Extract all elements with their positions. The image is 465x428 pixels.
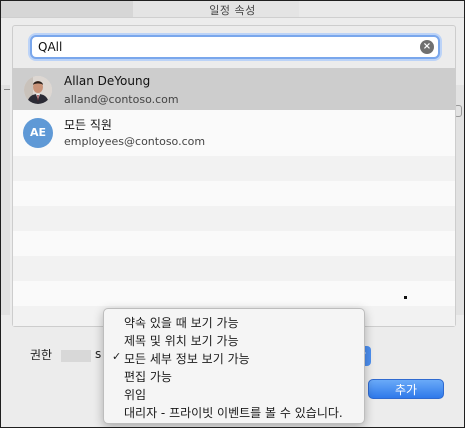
- result-email: alland@contoso.com: [64, 93, 179, 106]
- menu-item-label: 약속 있을 때 보기 가능: [124, 316, 239, 330]
- menu-item-label: 편집 가능: [124, 370, 172, 384]
- result-email: employees@contoso.com: [64, 135, 206, 148]
- background-column-mark: [4, 89, 10, 100]
- search-input[interactable]: [38, 38, 408, 56]
- add-button[interactable]: 추가: [368, 379, 444, 399]
- checkmark-icon: ✓: [112, 350, 122, 363]
- people-search-popover: × Allan DeYoung alland@contoso.com: [12, 25, 456, 327]
- menu-item-free-busy[interactable]: 약속 있을 때 보기 가능: [104, 313, 364, 330]
- search-field[interactable]: ×: [30, 35, 440, 59]
- window-title: 일정 속성: [209, 4, 256, 17]
- person-photo-icon: [24, 76, 52, 104]
- result-row-all-employees[interactable]: AE 모든 직원 employees@contoso.com: [13, 110, 455, 152]
- calendar-properties-window: 일정 속성 ×: [0, 0, 465, 428]
- menu-item-label: 위임: [124, 388, 147, 402]
- empty-row-stripe: [13, 206, 455, 231]
- avatar: AE: [23, 118, 53, 148]
- menu-item-delegate[interactable]: 위임: [104, 385, 364, 402]
- menu-item-delegate-private[interactable]: 대리자 - 프라이빗 이벤트를 볼 수 있습니다.: [104, 403, 364, 420]
- menu-item-all-details[interactable]: ✓ 모든 세부 정보 보기 가능: [104, 349, 364, 366]
- permission-dropdown-menu: 약속 있을 때 보기 가능 제목 및 위치 보기 가능 ✓ 모든 세부 정보 보…: [103, 308, 365, 424]
- permission-label: 권한: [30, 348, 53, 362]
- background-table-edge-left: [1, 85, 10, 315]
- menu-item-label: 제목 및 위치 보기 가능: [124, 334, 239, 348]
- clear-circle-icon[interactable]: ×: [420, 40, 434, 54]
- permission-popup-value[interactable]: s: [95, 347, 101, 361]
- menu-item-label: 대리자 - 프라이빗 이벤트를 볼 수 있습니다.: [124, 406, 343, 420]
- permission-popup-background: [61, 350, 91, 362]
- empty-row-stripe: [13, 156, 455, 181]
- search-results-list: Allan DeYoung alland@contoso.com AE 모든 직…: [13, 68, 455, 326]
- title-bar: 일정 속성: [1, 1, 464, 18]
- menu-item-can-edit[interactable]: 편집 가능: [104, 367, 364, 384]
- background-table-edge-right: [455, 85, 464, 315]
- menu-item-label: 모든 세부 정보 보기 가능: [124, 352, 250, 366]
- stray-pixel: [404, 296, 407, 299]
- result-name: 모든 직원: [64, 118, 112, 132]
- result-name: Allan DeYoung: [64, 74, 151, 88]
- empty-row-stripe: [13, 256, 455, 281]
- menu-item-title-location[interactable]: 제목 및 위치 보기 가능: [104, 331, 364, 348]
- result-row-allan-deyoung[interactable]: Allan DeYoung alland@contoso.com: [13, 68, 455, 110]
- avatar: [24, 76, 52, 104]
